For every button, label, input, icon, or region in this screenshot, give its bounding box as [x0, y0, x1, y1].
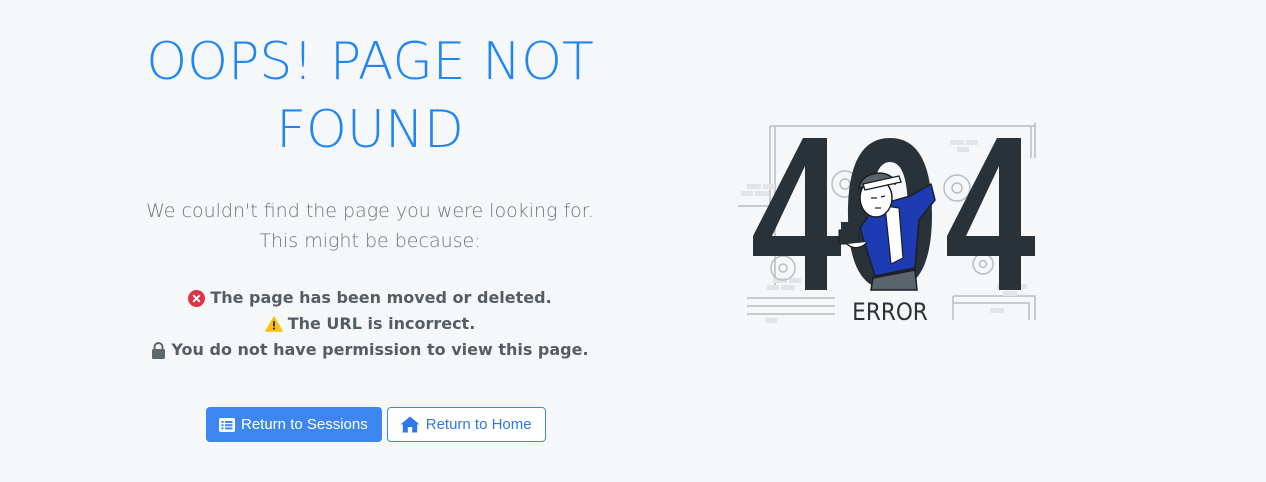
return-to-sessions-label: Return to Sessions: [241, 416, 368, 433]
error-label: ERROR: [852, 298, 928, 326]
error-content: OOPS! PAGE NOT FOUND We couldn't find th…: [120, 28, 620, 379]
list-icon: [219, 417, 235, 432]
action-buttons: Return to Sessions Return to Home: [206, 407, 546, 442]
reason-item-permission: You do not have permission to view this …: [120, 337, 620, 363]
reason-item-url: The URL is incorrect.: [120, 311, 620, 337]
error-404-illustration: ERROR: [735, 118, 1045, 333]
return-to-home-label: Return to Home: [425, 416, 532, 433]
error-circle-icon: [188, 289, 206, 307]
error-description: We couldn't find the page you were looki…: [146, 200, 594, 252]
warning-icon: [264, 316, 283, 332]
reason-label: You do not have permission to view this …: [171, 340, 589, 359]
home-icon: [400, 416, 420, 433]
page-title: OOPS! PAGE NOT FOUND: [146, 32, 594, 160]
return-to-home-button[interactable]: Return to Home: [386, 407, 546, 442]
reason-label: The URL is incorrect.: [287, 314, 476, 333]
lock-icon: [151, 341, 166, 359]
reason-list: The page has been moved or deleted. The …: [120, 285, 620, 363]
reason-item-moved: The page has been moved or deleted.: [120, 285, 620, 311]
reason-label: The page has been moved or deleted.: [210, 288, 552, 307]
return-to-sessions-button[interactable]: Return to Sessions: [206, 407, 382, 442]
